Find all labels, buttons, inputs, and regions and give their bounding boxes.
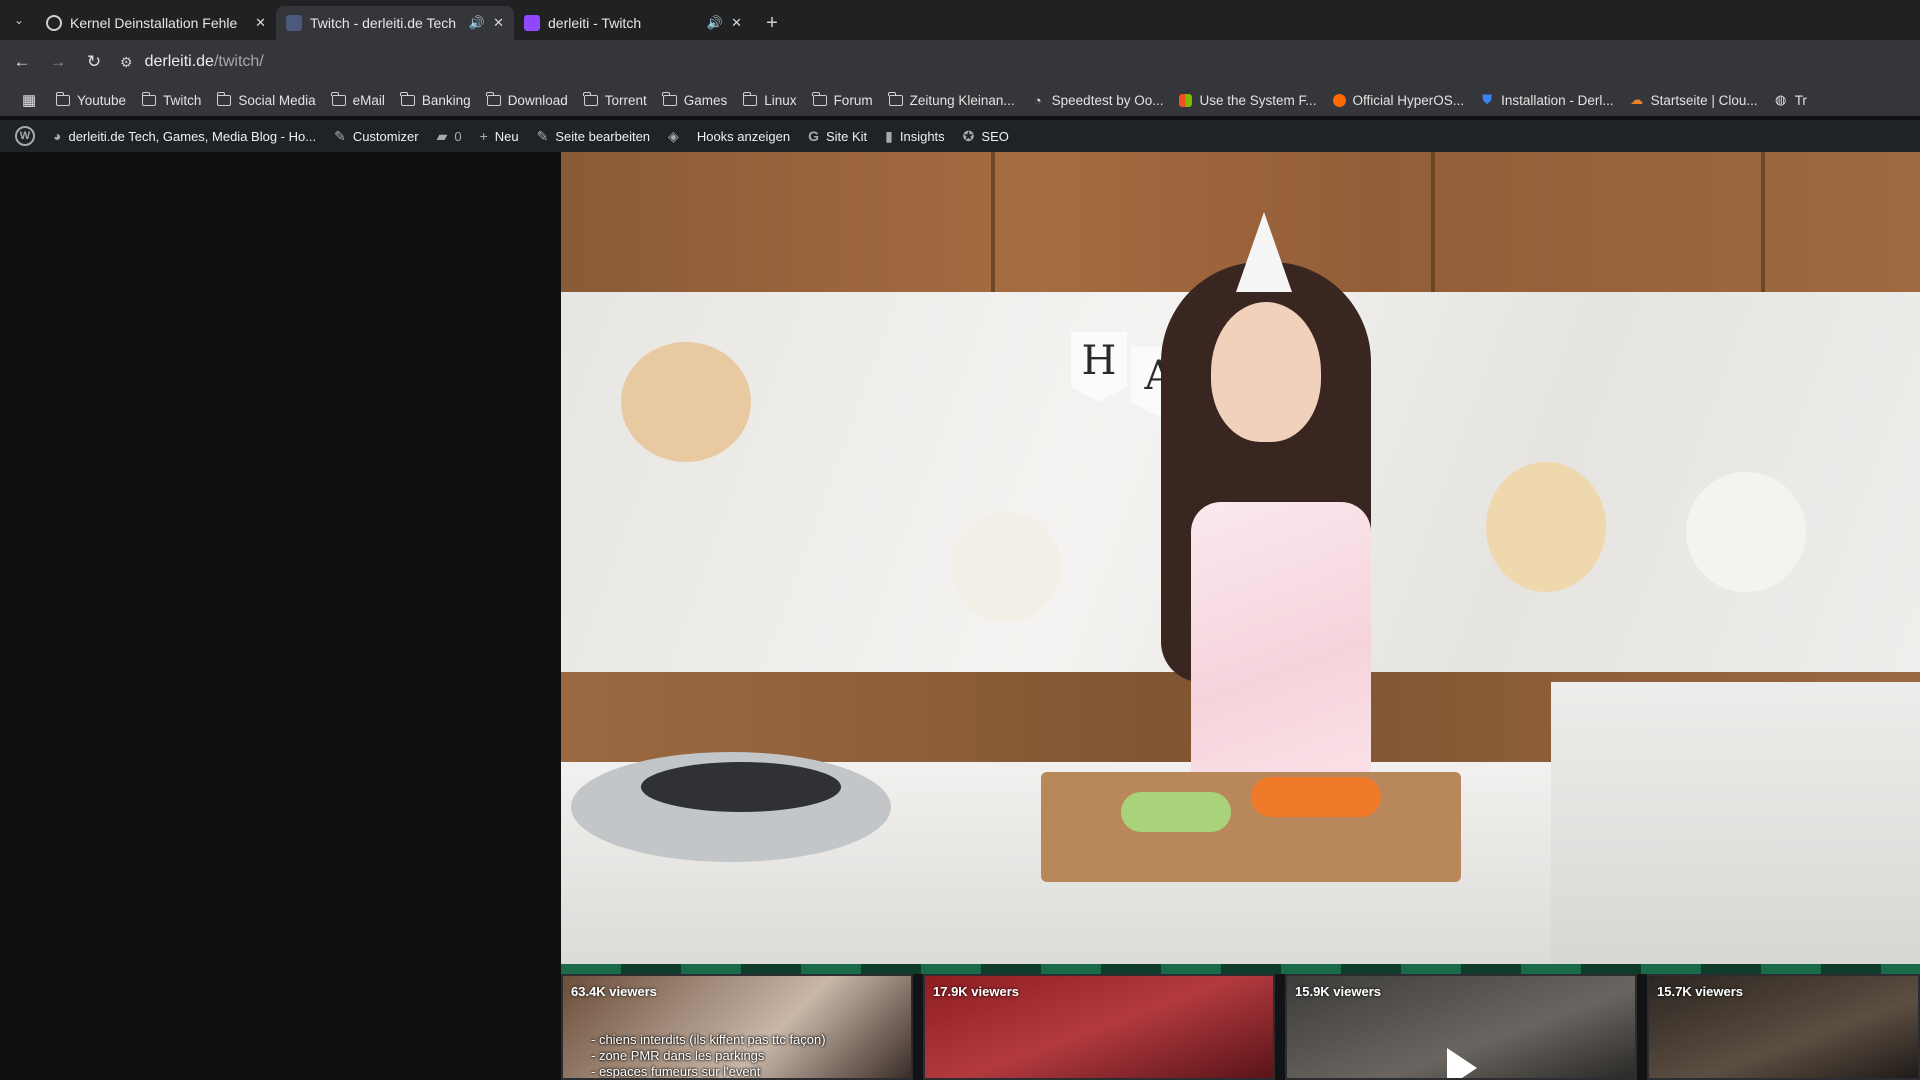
bookmark-forum[interactable]: Forum — [805, 86, 881, 114]
wordpress-favicon-icon — [46, 15, 62, 31]
bookmark-social-media[interactable]: Social Media — [209, 86, 323, 114]
viewer-count: 15.7K viewers — [1657, 984, 1744, 999]
back-button[interactable]: ← — [4, 44, 40, 80]
plus-icon: + — [479, 128, 488, 144]
viewer-count: 17.9K viewers — [933, 984, 1020, 999]
stream-caption: - chiens interdits (ils kiffent pas ttc … — [591, 1032, 826, 1079]
insights-link[interactable]: ▮ Insights — [876, 120, 954, 152]
folder-icon — [742, 91, 758, 106]
diamond-plugin-link[interactable]: ◈ — [659, 120, 688, 152]
tab-twitch-derleiti[interactable]: Twitch - derleiti.de Tech 🔊 ✕ — [276, 6, 514, 40]
shield-icon: ⛊ — [1482, 92, 1492, 107]
cloudflare-icon: ☁ — [1630, 92, 1644, 107]
site-favicon-icon — [286, 15, 302, 31]
recommended-streams-strip: 63.4K viewers - chiens interdits (ils ki… — [561, 964, 1920, 1080]
bookmark-zeitung[interactable]: Zeitung Kleinan... — [881, 86, 1023, 114]
bookmark-speedtest[interactable]: ◔ Speedtest by Oo... — [1023, 86, 1172, 114]
bookmark-cloudflare[interactable]: ☁ Startseite | Clou... — [1622, 86, 1766, 114]
bookmark-tr[interactable]: ◍ Tr — [1766, 86, 1815, 114]
folder-icon — [55, 91, 70, 106]
close-tab-icon[interactable]: ✕ — [255, 15, 266, 31]
comment-bubble-icon: ▰ — [436, 127, 448, 144]
close-tab-icon[interactable]: ✕ — [731, 15, 742, 31]
folder-icon — [812, 91, 827, 106]
bookmark-twitch[interactable]: Twitch — [134, 86, 209, 114]
wp-admin-bar: W ◕ derleiti.de Tech, Games, Media Blog -… — [0, 120, 1920, 152]
bookmark-youtube[interactable]: Youtube — [48, 86, 134, 114]
new-content-menu[interactable]: + Neu — [471, 120, 528, 152]
speedtest-icon: ◔ — [1033, 92, 1042, 108]
tab-search-chevron-icon[interactable]: ⌄ — [8, 9, 30, 31]
forward-button[interactable]: → — [40, 44, 76, 80]
bookmark-linux[interactable]: Linux — [735, 86, 804, 114]
bookmark-banking[interactable]: Banking — [393, 86, 479, 114]
folder-icon — [141, 91, 157, 106]
seo-link[interactable]: ✪ SEO — [954, 120, 1018, 152]
wordpress-logo-icon: W — [15, 126, 35, 146]
google-g-icon: G — [808, 128, 819, 144]
tab-strip: ⌄ Kernel Deinstallation Fehle ✕ Twitch -… — [0, 0, 1920, 40]
bookmark-system-file-checker[interactable]: Use the System F... — [1171, 86, 1324, 114]
play-icon — [1447, 1048, 1477, 1078]
site-name-menu[interactable]: ◕ derleiti.de Tech, Games, Media Blog - H… — [44, 120, 325, 152]
pencil-icon: ✎ — [536, 127, 549, 144]
edit-page-link[interactable]: ✎ Seite bearbeiten — [528, 120, 659, 152]
microsoft-icon — [1179, 93, 1193, 107]
bookmark-hyperos[interactable]: Official HyperOS... — [1325, 86, 1473, 114]
bookmark-games[interactable]: Games — [655, 86, 736, 114]
folder-icon — [662, 91, 677, 106]
hooks-link[interactable]: Hooks anzeigen — [688, 120, 799, 152]
wp-logo-menu[interactable]: W — [6, 120, 44, 152]
close-tab-icon[interactable]: ✕ — [493, 15, 504, 31]
bookmark-torrent[interactable]: Torrent — [576, 86, 655, 114]
stream-thumbnail[interactable]: 63.4K viewers - chiens interdits (ils ki… — [561, 974, 913, 1080]
customizer-link[interactable]: ✎ Customizer — [325, 120, 427, 152]
speaker-icon[interactable]: 🔊 — [469, 15, 485, 31]
apps-grid-icon[interactable]: ▦ — [14, 86, 48, 114]
stream-thumbnail[interactable]: 15.7K viewers — [1647, 974, 1920, 1080]
bar-chart-icon: ▮ — [885, 127, 893, 144]
site-settings-icon[interactable]: ⚙ — [120, 54, 133, 71]
address-toolbar: ← → ↻ ⚙ derleiti.de/twitch/ — [0, 40, 1920, 84]
viewer-count: 15.9K viewers — [1295, 984, 1382, 999]
omnibox[interactable]: ⚙ derleiti.de/twitch/ — [120, 45, 264, 79]
twitch-favicon-icon — [524, 15, 540, 31]
stream-thumbnail[interactable]: 17.9K viewers — [923, 974, 1275, 1080]
bookmark-installation[interactable]: ⛊ Installation - Derl... — [1472, 86, 1622, 114]
folder-icon — [400, 91, 415, 106]
bookmarks-bar: ▦ Youtube Twitch Social Media eMail Bank… — [0, 84, 1920, 116]
seo-gear-icon: ✪ — [962, 127, 975, 144]
sitekit-link[interactable]: G Site Kit — [799, 120, 876, 152]
tab-kernel[interactable]: Kernel Deinstallation Fehle ✕ — [36, 6, 276, 40]
new-tab-button[interactable]: + — [758, 9, 786, 37]
page-content: H A P 63.4K viewers - chiens interdits (… — [0, 152, 1920, 1080]
diamond-icon: ◈ — [668, 127, 679, 144]
twitch-video-player[interactable]: H A P — [561, 152, 1920, 964]
folder-icon — [216, 91, 232, 106]
stream-thumbnail[interactable]: 15.9K viewers — [1285, 974, 1637, 1080]
dashboard-gauge-icon: ◕ — [53, 128, 62, 144]
folder-icon — [486, 91, 501, 106]
folder-icon — [583, 91, 598, 106]
speaker-icon[interactable]: 🔊 — [707, 15, 723, 31]
comments-link[interactable]: ▰ 0 — [428, 120, 471, 152]
viewer-count: 63.4K viewers — [571, 984, 658, 999]
hyperos-icon — [1332, 93, 1346, 107]
bookmark-download[interactable]: Download — [479, 86, 576, 114]
reload-button[interactable]: ↻ — [76, 44, 112, 80]
folder-icon — [888, 91, 903, 106]
bookmark-email[interactable]: eMail — [324, 86, 393, 114]
paintbrush-icon: ✎ — [334, 127, 346, 144]
folder-icon — [331, 91, 346, 106]
globe-icon: ◍ — [1775, 92, 1787, 107]
url-text[interactable]: derleiti.de/twitch/ — [145, 53, 264, 71]
tab-derleiti-twitch[interactable]: derleiti - Twitch 🔊 ✕ — [514, 6, 752, 40]
